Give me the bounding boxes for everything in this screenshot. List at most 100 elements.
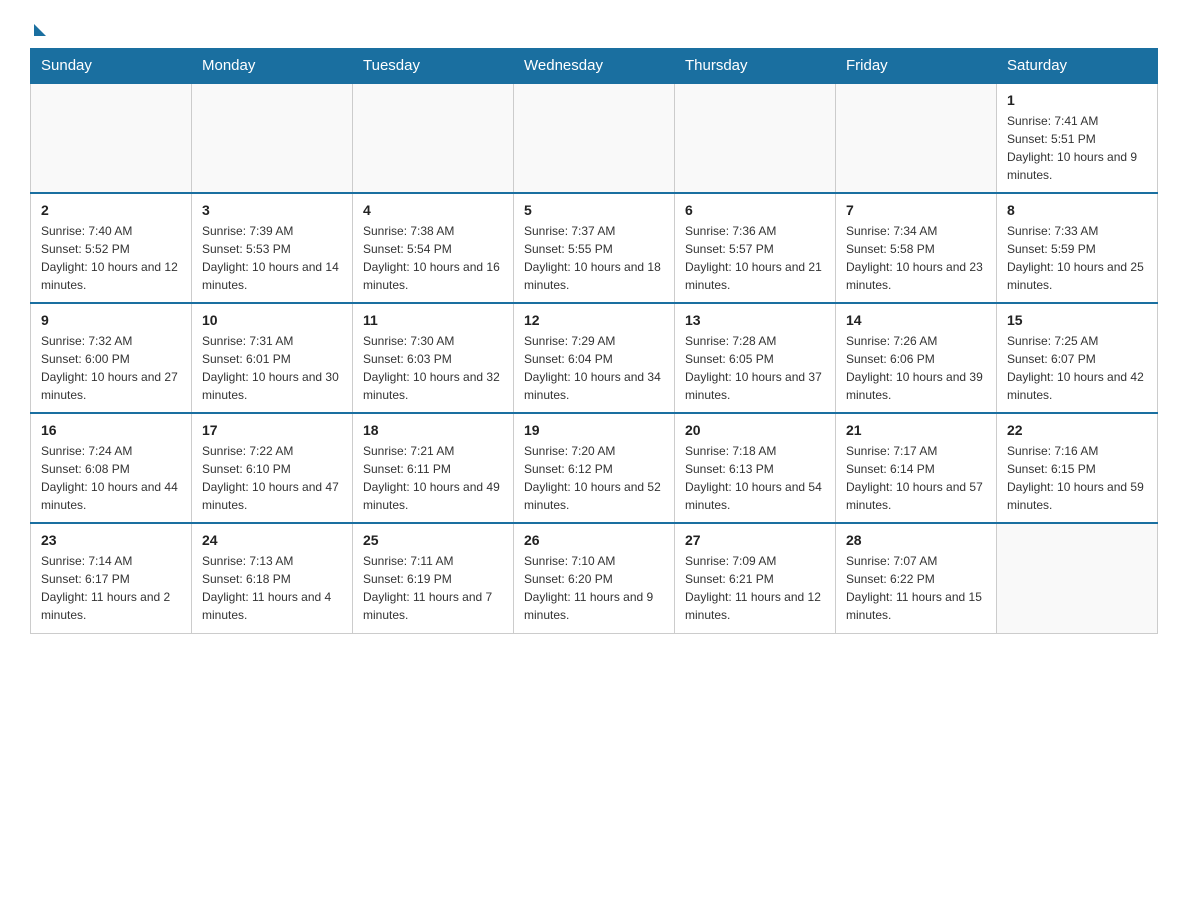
calendar-cell: 5 Sunrise: 7:37 AM Sunset: 5:55 PM Daylig… — [514, 193, 675, 303]
calendar-cell: 23 Sunrise: 7:14 AM Sunset: 6:17 PM Dayli… — [31, 523, 192, 633]
calendar-cell: 26 Sunrise: 7:10 AM Sunset: 6:20 PM Dayli… — [514, 523, 675, 633]
day-number: 27 — [685, 532, 825, 548]
calendar-cell — [836, 83, 997, 193]
day-info: Sunrise: 7:14 AM Sunset: 6:17 PM Dayligh… — [41, 552, 181, 624]
day-info: Sunrise: 7:20 AM Sunset: 6:12 PM Dayligh… — [524, 442, 664, 514]
calendar-cell: 15 Sunrise: 7:25 AM Sunset: 6:07 PM Dayli… — [997, 303, 1158, 413]
calendar-header-monday: Monday — [192, 49, 353, 84]
day-number: 22 — [1007, 422, 1147, 438]
calendar-cell: 22 Sunrise: 7:16 AM Sunset: 6:15 PM Dayli… — [997, 413, 1158, 523]
calendar-cell: 27 Sunrise: 7:09 AM Sunset: 6:21 PM Dayli… — [675, 523, 836, 633]
day-info: Sunrise: 7:13 AM Sunset: 6:18 PM Dayligh… — [202, 552, 342, 624]
day-number: 4 — [363, 202, 503, 218]
day-info: Sunrise: 7:36 AM Sunset: 5:57 PM Dayligh… — [685, 222, 825, 294]
day-info: Sunrise: 7:32 AM Sunset: 6:00 PM Dayligh… — [41, 332, 181, 404]
calendar-header-tuesday: Tuesday — [353, 49, 514, 84]
calendar-week-row-4: 16 Sunrise: 7:24 AM Sunset: 6:08 PM Dayli… — [31, 413, 1158, 523]
day-number: 9 — [41, 312, 181, 328]
day-number: 3 — [202, 202, 342, 218]
day-info: Sunrise: 7:16 AM Sunset: 6:15 PM Dayligh… — [1007, 442, 1147, 514]
day-info: Sunrise: 7:22 AM Sunset: 6:10 PM Dayligh… — [202, 442, 342, 514]
calendar-week-row-3: 9 Sunrise: 7:32 AM Sunset: 6:00 PM Daylig… — [31, 303, 1158, 413]
day-number: 10 — [202, 312, 342, 328]
calendar-cell: 13 Sunrise: 7:28 AM Sunset: 6:05 PM Dayli… — [675, 303, 836, 413]
calendar-week-row-2: 2 Sunrise: 7:40 AM Sunset: 5:52 PM Daylig… — [31, 193, 1158, 303]
day-info: Sunrise: 7:25 AM Sunset: 6:07 PM Dayligh… — [1007, 332, 1147, 404]
day-number: 25 — [363, 532, 503, 548]
calendar-cell — [997, 523, 1158, 633]
day-number: 2 — [41, 202, 181, 218]
calendar-header-friday: Friday — [836, 49, 997, 84]
day-number: 13 — [685, 312, 825, 328]
day-info: Sunrise: 7:38 AM Sunset: 5:54 PM Dayligh… — [363, 222, 503, 294]
calendar-cell: 20 Sunrise: 7:18 AM Sunset: 6:13 PM Dayli… — [675, 413, 836, 523]
day-info: Sunrise: 7:26 AM Sunset: 6:06 PM Dayligh… — [846, 332, 986, 404]
day-info: Sunrise: 7:37 AM Sunset: 5:55 PM Dayligh… — [524, 222, 664, 294]
calendar-cell: 24 Sunrise: 7:13 AM Sunset: 6:18 PM Dayli… — [192, 523, 353, 633]
calendar-cell: 6Sunrise: 7:36 AM Sunset: 5:57 PM Daylig… — [675, 193, 836, 303]
calendar-week-row-5: 23 Sunrise: 7:14 AM Sunset: 6:17 PM Dayli… — [31, 523, 1158, 633]
day-info: Sunrise: 7:34 AM Sunset: 5:58 PM Dayligh… — [846, 222, 986, 294]
calendar-cell: 12Sunrise: 7:29 AM Sunset: 6:04 PM Dayli… — [514, 303, 675, 413]
day-info: Sunrise: 7:11 AM Sunset: 6:19 PM Dayligh… — [363, 552, 503, 624]
day-info: Sunrise: 7:21 AM Sunset: 6:11 PM Dayligh… — [363, 442, 503, 514]
calendar-cell: 18 Sunrise: 7:21 AM Sunset: 6:11 PM Dayli… — [353, 413, 514, 523]
day-number: 1 — [1007, 92, 1147, 108]
calendar-cell: 3 Sunrise: 7:39 AM Sunset: 5:53 PM Daylig… — [192, 193, 353, 303]
calendar-cell — [353, 83, 514, 193]
day-info: Sunrise: 7:31 AM Sunset: 6:01 PM Dayligh… — [202, 332, 342, 404]
day-number: 15 — [1007, 312, 1147, 328]
day-number: 17 — [202, 422, 342, 438]
calendar-cell: 9 Sunrise: 7:32 AM Sunset: 6:00 PM Daylig… — [31, 303, 192, 413]
day-number: 18 — [363, 422, 503, 438]
calendar-cell: 7 Sunrise: 7:34 AM Sunset: 5:58 PM Daylig… — [836, 193, 997, 303]
day-number: 20 — [685, 422, 825, 438]
calendar-week-row-1: 1 Sunrise: 7:41 AM Sunset: 5:51 PM Daylig… — [31, 83, 1158, 193]
day-info: Sunrise: 7:18 AM Sunset: 6:13 PM Dayligh… — [685, 442, 825, 514]
logo-arrow-icon — [34, 24, 46, 36]
calendar-cell: 10 Sunrise: 7:31 AM Sunset: 6:01 PM Dayli… — [192, 303, 353, 413]
day-number: 28 — [846, 532, 986, 548]
calendar-cell — [675, 83, 836, 193]
calendar-header-wednesday: Wednesday — [514, 49, 675, 84]
day-info: Sunrise: 7:09 AM Sunset: 6:21 PM Dayligh… — [685, 552, 825, 624]
calendar-cell: 4 Sunrise: 7:38 AM Sunset: 5:54 PM Daylig… — [353, 193, 514, 303]
day-info: Sunrise: 7:24 AM Sunset: 6:08 PM Dayligh… — [41, 442, 181, 514]
day-number: 26 — [524, 532, 664, 548]
day-number: 7 — [846, 202, 986, 218]
calendar-cell — [514, 83, 675, 193]
day-number: 24 — [202, 532, 342, 548]
calendar-header-saturday: Saturday — [997, 49, 1158, 84]
day-info: Sunrise: 7:07 AM Sunset: 6:22 PM Dayligh… — [846, 552, 986, 624]
calendar-cell — [192, 83, 353, 193]
day-info: Sunrise: 7:30 AM Sunset: 6:03 PM Dayligh… — [363, 332, 503, 404]
day-number: 14 — [846, 312, 986, 328]
calendar-cell: 21Sunrise: 7:17 AM Sunset: 6:14 PM Dayli… — [836, 413, 997, 523]
calendar-cell: 19 Sunrise: 7:20 AM Sunset: 6:12 PM Dayli… — [514, 413, 675, 523]
calendar-cell: 2 Sunrise: 7:40 AM Sunset: 5:52 PM Daylig… — [31, 193, 192, 303]
calendar-cell: 16 Sunrise: 7:24 AM Sunset: 6:08 PM Dayli… — [31, 413, 192, 523]
day-number: 23 — [41, 532, 181, 548]
calendar-cell: 25 Sunrise: 7:11 AM Sunset: 6:19 PM Dayli… — [353, 523, 514, 633]
day-number: 11 — [363, 312, 503, 328]
day-info: Sunrise: 7:28 AM Sunset: 6:05 PM Dayligh… — [685, 332, 825, 404]
calendar-cell: 8 Sunrise: 7:33 AM Sunset: 5:59 PM Daylig… — [997, 193, 1158, 303]
calendar-cell: 14 Sunrise: 7:26 AM Sunset: 6:06 PM Dayli… — [836, 303, 997, 413]
calendar-header-row: SundayMondayTuesdayWednesdayThursdayFrid… — [31, 49, 1158, 84]
day-number: 19 — [524, 422, 664, 438]
calendar-table: SundayMondayTuesdayWednesdayThursdayFrid… — [30, 48, 1158, 634]
day-number: 5 — [524, 202, 664, 218]
logo — [30, 20, 46, 32]
day-info: Sunrise: 7:41 AM Sunset: 5:51 PM Dayligh… — [1007, 112, 1147, 184]
page-header — [30, 20, 1158, 32]
day-info: Sunrise: 7:39 AM Sunset: 5:53 PM Dayligh… — [202, 222, 342, 294]
day-number: 8 — [1007, 202, 1147, 218]
day-info: Sunrise: 7:10 AM Sunset: 6:20 PM Dayligh… — [524, 552, 664, 624]
calendar-cell: 11 Sunrise: 7:30 AM Sunset: 6:03 PM Dayli… — [353, 303, 514, 413]
calendar-header-sunday: Sunday — [31, 49, 192, 84]
day-info: Sunrise: 7:40 AM Sunset: 5:52 PM Dayligh… — [41, 222, 181, 294]
calendar-header-thursday: Thursday — [675, 49, 836, 84]
day-number: 16 — [41, 422, 181, 438]
day-number: 12 — [524, 312, 664, 328]
day-info: Sunrise: 7:33 AM Sunset: 5:59 PM Dayligh… — [1007, 222, 1147, 294]
